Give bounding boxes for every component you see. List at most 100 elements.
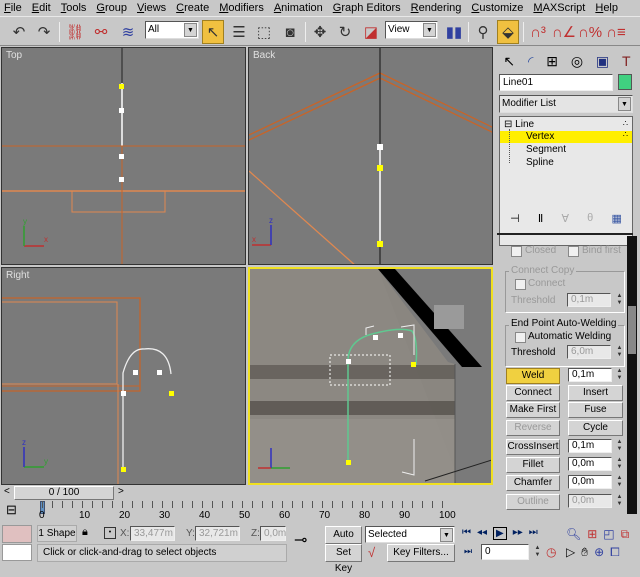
keyboard-shortcut-icon[interactable]: ⬙: [497, 20, 519, 44]
set-key-button[interactable]: Set Key: [325, 544, 362, 574]
crossinsert-field[interactable]: 0,1m: [568, 439, 612, 453]
menu-customize[interactable]: Customize: [471, 2, 523, 14]
panel-scrollbar[interactable]: [627, 236, 637, 514]
outline-button[interactable]: Outline: [506, 494, 560, 510]
outline-spinner[interactable]: ▲ ▼: [615, 494, 624, 508]
menu-create[interactable]: Create: [176, 2, 209, 14]
menu-edit[interactable]: Edit: [32, 2, 51, 14]
undo-icon[interactable]: ↶: [8, 20, 30, 44]
vertex-handle[interactable]: [119, 177, 124, 182]
unlink-icon[interactable]: ⚯: [90, 20, 112, 44]
viewport-top[interactable]: Top x y: [1, 47, 246, 265]
bind-space-warp-icon[interactable]: ≋: [117, 20, 139, 44]
mini-curve-editor-icon[interactable]: ⊟: [6, 502, 17, 518]
bind-first-checkbox[interactable]: [568, 246, 579, 257]
chamfer-button[interactable]: Chamfer: [506, 475, 560, 491]
time-configuration-icon[interactable]: ◷: [546, 545, 556, 559]
menu-group[interactable]: Group: [96, 2, 127, 14]
stack-item-segment[interactable]: Segment: [526, 144, 566, 155]
vertex-handle[interactable]: [133, 370, 138, 375]
pin-stack-icon[interactable]: ⊣: [510, 212, 520, 228]
vertex-handle[interactable]: [398, 333, 403, 338]
play-icon[interactable]: ▶: [493, 527, 507, 540]
fillet-spinner[interactable]: ▲ ▼: [615, 457, 624, 471]
y-coordinate-field[interactable]: 32,721m: [195, 526, 240, 541]
zoom-extents-all-icon[interactable]: ⧉: [621, 527, 630, 542]
automatic-welding-checkbox[interactable]: [515, 332, 526, 343]
menu-maxscript[interactable]: MAXScript: [533, 2, 585, 14]
go-to-end-icon[interactable]: ⏭: [529, 527, 538, 540]
vertex-handle[interactable]: [121, 391, 126, 396]
reference-coord-dropdown[interactable]: View ▼: [385, 21, 438, 39]
key-mode-toggle-icon[interactable]: ⏭: [464, 546, 472, 557]
vertex-handle[interactable]: [121, 467, 126, 472]
track-bar[interactable]: 0 10 20 30 40 50 60 70 80 90 100: [38, 501, 458, 523]
object-color-swatch[interactable]: [618, 74, 632, 90]
vertex-handle[interactable]: [411, 362, 416, 367]
crossinsert-button[interactable]: CrossInsert: [506, 439, 560, 455]
weld-threshold-field[interactable]: 0,1m: [568, 368, 612, 382]
threshold-spinner[interactable]: ▲ ▼: [615, 293, 624, 307]
pan-icon[interactable]: ✋︎: [581, 545, 588, 560]
manipulate-icon[interactable]: ⚲: [472, 20, 494, 44]
welding-threshold-field[interactable]: 6,0m: [567, 345, 611, 359]
fuse-button[interactable]: Fuse: [568, 402, 623, 418]
remove-modifier-icon[interactable]: θ: [587, 212, 593, 228]
crossinsert-spinner[interactable]: ▲ ▼: [615, 439, 624, 453]
fillet-field[interactable]: 0,0m: [568, 457, 612, 471]
viewport-back[interactable]: Back z x: [248, 47, 493, 265]
hierarchy-tab-icon[interactable]: ⊞: [546, 53, 558, 70]
menu-modifiers[interactable]: Modifiers: [219, 2, 264, 14]
make-unique-icon[interactable]: ∀: [561, 212, 569, 228]
vertex-handle[interactable]: [377, 144, 383, 150]
outline-field[interactable]: 0,0m: [568, 494, 612, 508]
time-slider[interactable]: < 0 / 100 >: [2, 486, 124, 500]
pivot-icon[interactable]: ▮▮: [443, 20, 465, 44]
select-object-icon[interactable]: ↖: [202, 20, 224, 44]
time-next-button[interactable]: >: [118, 486, 124, 497]
vertex-handle[interactable]: [119, 108, 124, 113]
menu-file[interactable]: File: [4, 2, 22, 14]
maximize-viewport-icon[interactable]: ⧠: [610, 545, 620, 560]
zoom-all-icon[interactable]: ⊞: [587, 527, 597, 542]
key-filters-button[interactable]: Key Filters...: [387, 544, 455, 562]
move-icon[interactable]: ✥: [309, 20, 331, 44]
scale-icon[interactable]: ◪: [360, 20, 382, 44]
next-frame-icon[interactable]: ▸▸: [513, 527, 523, 540]
weld-button[interactable]: Weld: [506, 368, 560, 384]
select-by-name-icon[interactable]: ☰: [228, 20, 250, 44]
scrollbar-thumb[interactable]: [628, 306, 636, 354]
zoom-icon[interactable]: 🔍︎: [566, 527, 581, 542]
show-end-result-icon[interactable]: Ⅱ: [538, 212, 543, 228]
configure-sets-icon[interactable]: ▦: [611, 212, 621, 228]
maxscript-listener-pink[interactable]: [2, 525, 32, 543]
create-tab-icon[interactable]: ↖: [503, 53, 515, 70]
insert-button[interactable]: Insert: [568, 385, 623, 401]
key-mode-dropdown[interactable]: Selected ▼: [365, 526, 455, 543]
cycle-button[interactable]: Cycle: [568, 420, 623, 436]
vertex-handle[interactable]: [119, 84, 124, 89]
window-crossing-icon[interactable]: ◙: [279, 20, 301, 44]
vertex-handle[interactable]: [119, 154, 124, 159]
menu-animation[interactable]: Animation: [274, 2, 323, 14]
selection-filter-dropdown[interactable]: All ▼: [145, 21, 199, 39]
field-of-view-icon[interactable]: ▷: [566, 545, 575, 560]
viewport-perspective[interactable]: Perspective: [248, 267, 493, 485]
x-coordinate-field[interactable]: 33,477m: [130, 526, 175, 541]
fillet-button[interactable]: Fillet: [506, 457, 560, 473]
connect-checkbox[interactable]: [515, 279, 526, 290]
display-tab-icon[interactable]: ▣: [596, 53, 609, 70]
vertex-handle[interactable]: [169, 391, 174, 396]
previous-frame-icon[interactable]: ◂◂: [477, 527, 487, 540]
menu-views[interactable]: Views: [137, 2, 166, 14]
z-coordinate-field[interactable]: 0,0m: [260, 526, 286, 541]
absolute-mode-icon[interactable]: •: [104, 527, 116, 539]
utilities-tab-icon[interactable]: T: [622, 53, 631, 69]
arc-rotate-icon[interactable]: ⊕: [594, 545, 604, 560]
lock-icon[interactable]: 🔒︎: [82, 526, 88, 539]
closed-checkbox[interactable]: [511, 246, 522, 257]
weld-spinner[interactable]: ▲ ▼: [615, 368, 624, 382]
connect-threshold-field[interactable]: 0,1m: [567, 293, 611, 307]
menu-rendering[interactable]: Rendering: [411, 2, 462, 14]
vertex-handle[interactable]: [377, 241, 383, 247]
